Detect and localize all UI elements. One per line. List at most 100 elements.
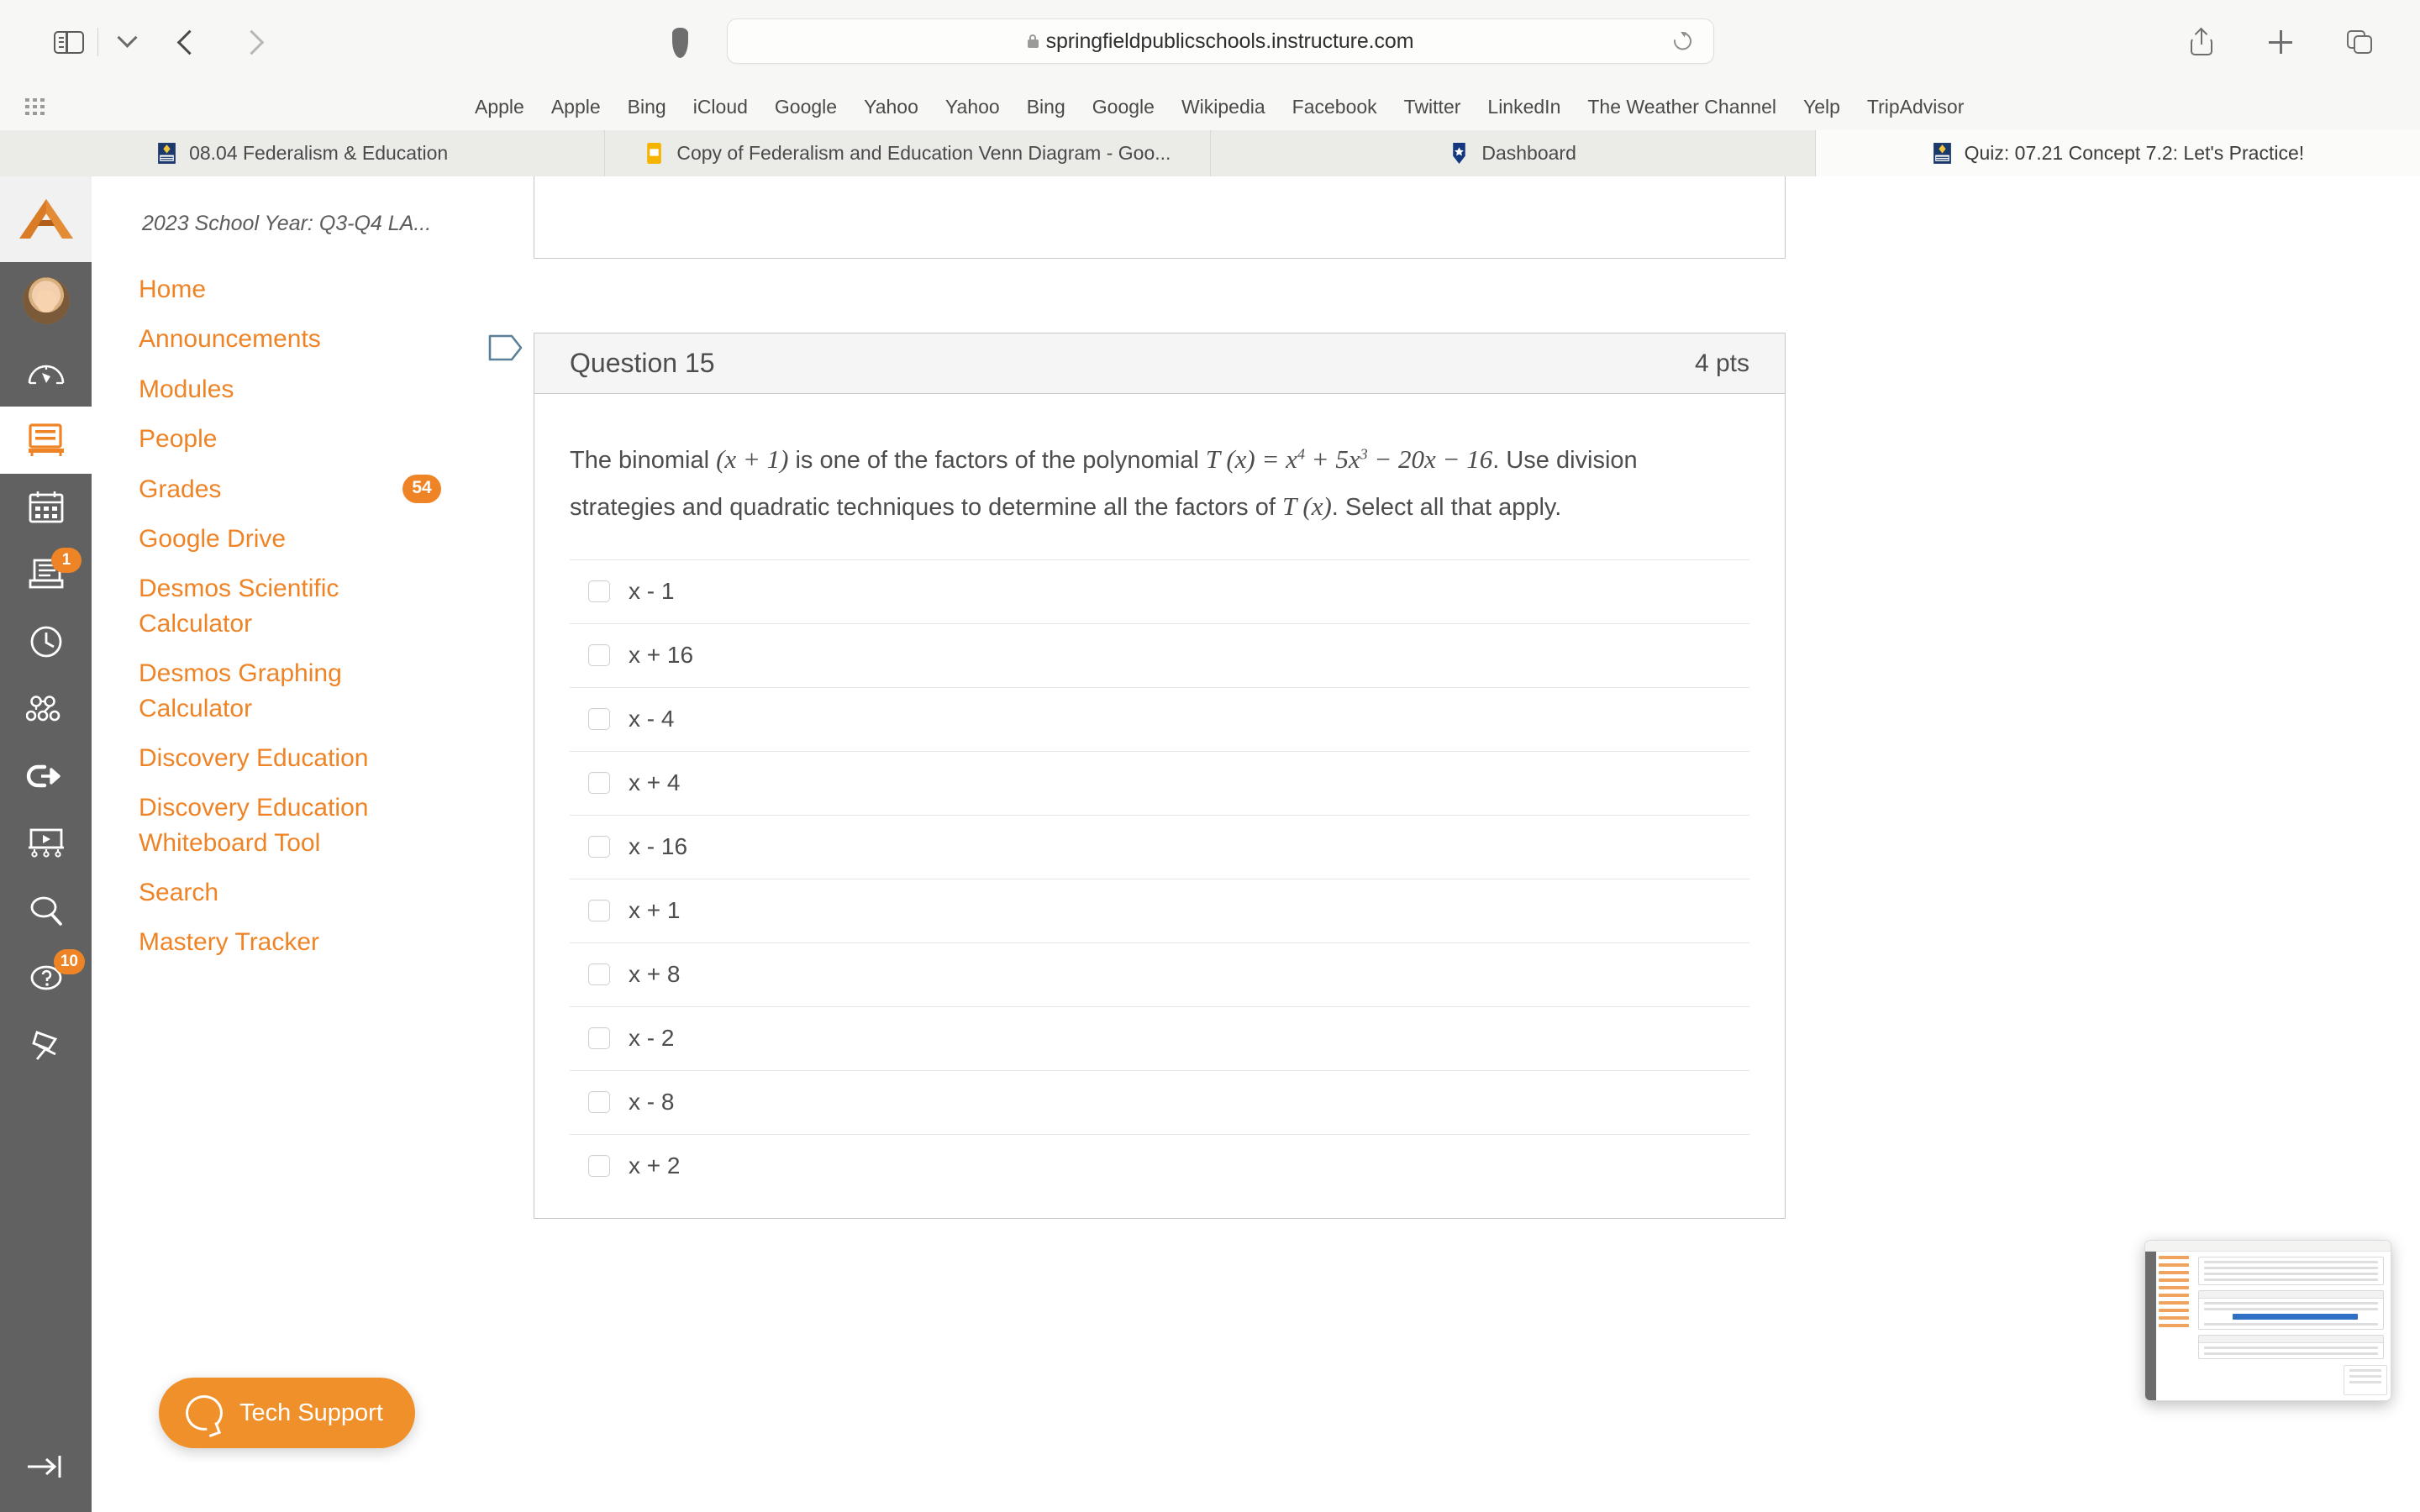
school-logo[interactable] xyxy=(0,176,92,262)
answer-row[interactable]: x - 1 xyxy=(570,559,1749,623)
course-nav-grades[interactable]: Grades 54 xyxy=(92,465,471,514)
rail-item-pin[interactable] xyxy=(0,1011,92,1079)
favorites-grid-icon[interactable] xyxy=(25,97,45,117)
browser-tab-active[interactable]: Quiz: 07.21 Concept 7.2: Let's Practice! xyxy=(1815,130,2420,176)
answer-checkbox[interactable] xyxy=(588,772,610,795)
answer-checkbox[interactable] xyxy=(588,1027,610,1050)
tab-overview-button[interactable] xyxy=(2336,18,2383,66)
bookmark-item[interactable]: iCloud xyxy=(680,96,761,118)
thumb-card xyxy=(2198,1335,2384,1359)
answer-row[interactable]: x - 4 xyxy=(570,686,1749,751)
browser-tab[interactable]: 08.04 Federalism & Education xyxy=(0,130,606,176)
chevron-right-icon xyxy=(239,29,264,55)
rail-item-studio[interactable] xyxy=(0,810,92,877)
collapse-sidebar-button[interactable] xyxy=(0,1436,92,1497)
share-button[interactable] xyxy=(2178,18,2225,66)
bookmark-item[interactable]: Apple xyxy=(538,96,614,118)
bookmark-item[interactable]: Bing xyxy=(614,96,680,118)
answer-row[interactable]: x + 2 xyxy=(570,1133,1749,1198)
answer-label: x + 8 xyxy=(629,961,681,988)
rail-item-commons[interactable] xyxy=(0,675,92,743)
answer-row[interactable]: x - 2 xyxy=(570,1005,1749,1070)
bookmark-item[interactable]: TripAdvisor xyxy=(1854,96,1977,118)
bookmark-item[interactable]: Wikipedia xyxy=(1168,96,1279,118)
answer-row[interactable]: x + 8 xyxy=(570,942,1749,1006)
course-nav-discovery-whiteboard[interactable]: Discovery Education Whiteboard Tool xyxy=(92,783,471,868)
screen-root: springfieldpublicschools.instructure.com xyxy=(0,0,2420,1512)
answer-checkbox[interactable] xyxy=(588,1091,610,1114)
answer-row[interactable]: x + 16 xyxy=(570,622,1749,687)
course-nav-desmos-scientific[interactable]: Desmos Scientific Calculator xyxy=(92,564,471,648)
answer-checkbox[interactable] xyxy=(588,900,610,922)
browser-tab[interactable]: Copy of Federalism and Education Venn Di… xyxy=(605,130,1211,176)
course-nav-google-drive[interactable]: Google Drive xyxy=(92,514,471,564)
rail-item-history[interactable] xyxy=(0,608,92,675)
answer-checkbox[interactable] xyxy=(588,963,610,986)
pin-icon xyxy=(31,1031,57,1060)
rail-item-courses[interactable] xyxy=(0,407,92,474)
tech-support-button[interactable]: Tech Support xyxy=(159,1378,415,1448)
bookmark-item[interactable]: The Weather Channel xyxy=(1574,96,1790,118)
math-exponent-4: 4 xyxy=(1297,445,1305,463)
rail-item-search[interactable] xyxy=(0,877,92,944)
blue-shield-star-icon xyxy=(1453,143,1466,164)
bookmark-item[interactable]: Yahoo xyxy=(850,96,932,118)
rail-item-account[interactable] xyxy=(0,262,92,339)
bookmark-item[interactable]: Facebook xyxy=(1279,96,1391,118)
answer-checkbox[interactable] xyxy=(588,580,610,603)
sidebar-dropdown-button[interactable] xyxy=(103,18,150,66)
bookmark-item[interactable]: Google xyxy=(1079,96,1168,118)
global-nav-rail: 1 10 xyxy=(0,176,92,1512)
privacy-report-button[interactable] xyxy=(672,28,688,58)
tab-title: 08.04 Federalism & Education xyxy=(189,142,449,164)
clock-icon xyxy=(30,626,61,658)
bookmark-item[interactable]: Apple xyxy=(461,96,538,118)
answer-label: x + 4 xyxy=(629,769,681,796)
rail-item-help[interactable]: 10 xyxy=(0,944,92,1011)
rail-item-dashboard[interactable] xyxy=(0,339,92,407)
course-nav-home[interactable]: Home xyxy=(92,265,471,314)
rail-item-logout[interactable] xyxy=(0,743,92,810)
answer-checkbox[interactable] xyxy=(588,644,610,667)
sidebar-toggle-button[interactable] xyxy=(45,18,92,66)
bookmark-item[interactable]: Google xyxy=(761,96,850,118)
reload-icon[interactable] xyxy=(1670,29,1696,54)
course-nav-desmos-graphing[interactable]: Desmos Graphing Calculator xyxy=(92,648,471,733)
rail-item-inbox[interactable]: 1 xyxy=(0,541,92,608)
back-button[interactable] xyxy=(166,18,213,66)
answer-row[interactable]: x + 1 xyxy=(570,878,1749,942)
course-nav-modules[interactable]: Modules xyxy=(92,365,471,414)
nav-label: Search xyxy=(139,879,219,907)
course-nav-discovery-education[interactable]: Discovery Education xyxy=(92,733,471,783)
answer-row[interactable]: x + 4 xyxy=(570,750,1749,815)
answer-label: x - 1 xyxy=(629,578,675,605)
bookmark-item[interactable]: LinkedIn xyxy=(1474,96,1574,118)
flag-question-icon[interactable] xyxy=(488,333,523,363)
answer-row[interactable]: x - 16 xyxy=(570,814,1749,879)
new-tab-button[interactable] xyxy=(2257,18,2304,66)
answer-row[interactable]: x - 8 xyxy=(570,1069,1749,1134)
course-nav-mastery-tracker[interactable]: Mastery Tracker xyxy=(92,917,471,967)
rail-item-calendar[interactable] xyxy=(0,474,92,541)
nav-label: Google Drive xyxy=(139,524,287,553)
forward-button[interactable] xyxy=(228,18,275,66)
canvas-app: 1 10 2023 School Year: Q3-Q4 LA... Home … xyxy=(0,176,2420,1512)
answer-label: x - 8 xyxy=(629,1089,675,1116)
course-nav-announcements[interactable]: Announcements xyxy=(92,314,471,364)
google-slides-icon xyxy=(647,143,662,164)
prompt-part-4: . Select all that apply. xyxy=(1331,494,1562,522)
answer-checkbox[interactable] xyxy=(588,1155,610,1178)
bookmark-item[interactable]: Twitter xyxy=(1391,96,1475,118)
lock-icon xyxy=(1027,34,1039,48)
course-nav-search[interactable]: Search xyxy=(92,868,471,917)
course-nav-people[interactable]: People xyxy=(92,414,471,464)
screenshot-thumbnail[interactable] xyxy=(2144,1240,2391,1401)
bookmark-item[interactable]: Yelp xyxy=(1790,96,1854,118)
bookmark-item[interactable]: Yahoo xyxy=(932,96,1013,118)
browser-tab[interactable]: Dashboard xyxy=(1210,130,1816,176)
address-bar[interactable]: springfieldpublicschools.instructure.com xyxy=(727,18,1714,64)
answer-checkbox[interactable] xyxy=(588,836,610,858)
answer-label: x + 1 xyxy=(629,897,681,924)
bookmark-item[interactable]: Bing xyxy=(1013,96,1079,118)
answer-checkbox[interactable] xyxy=(588,708,610,731)
